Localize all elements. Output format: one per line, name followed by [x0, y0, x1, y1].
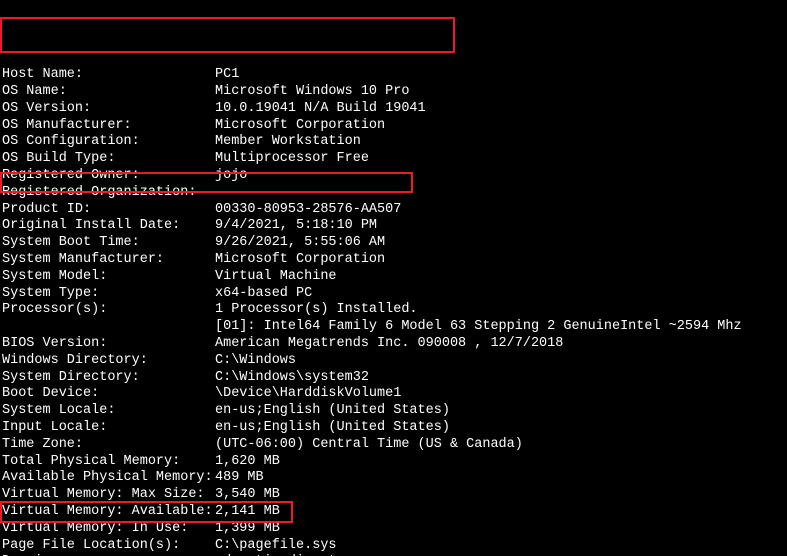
systeminfo-row: Registered Organization:: [0, 185, 787, 202]
systeminfo-value: [215, 185, 787, 202]
systeminfo-label: Processor(s):: [0, 302, 215, 319]
systeminfo-row: Original Install Date:9/4/2021, 5:18:10 …: [0, 218, 787, 235]
systeminfo-row: System Directory:C:\Windows\system32: [0, 370, 787, 387]
systeminfo-row: OS Manufacturer:Microsoft Corporation: [0, 118, 787, 135]
systeminfo-row: Virtual Memory: In Use:1,399 MB: [0, 521, 787, 538]
systeminfo-label: System Type:: [0, 286, 215, 303]
systeminfo-row: BIOS Version:American Megatrends Inc. 09…: [0, 336, 787, 353]
systeminfo-value: \Device\HarddiskVolume1: [215, 386, 787, 403]
systeminfo-label: BIOS Version:: [0, 336, 215, 353]
systeminfo-value: 00330-80953-28576-AA507: [215, 202, 787, 219]
systeminfo-label: Windows Directory:: [0, 353, 215, 370]
systeminfo-label: OS Manufacturer:: [0, 118, 215, 135]
systeminfo-label: Available Physical Memory:: [0, 470, 215, 487]
systeminfo-row: Product ID:00330-80953-28576-AA507: [0, 202, 787, 219]
systeminfo-value: Multiprocessor Free: [215, 151, 787, 168]
systeminfo-label: System Locale:: [0, 403, 215, 420]
systeminfo-label: Host Name:: [0, 67, 215, 84]
systeminfo-row: System Boot Time:9/26/2021, 5:55:06 AM: [0, 235, 787, 252]
systeminfo-label: System Boot Time:: [0, 235, 215, 252]
systeminfo-value: C:\Windows\system32: [215, 370, 787, 387]
systeminfo-label: System Directory:: [0, 370, 215, 387]
systeminfo-row: Windows Directory:C:\Windows: [0, 353, 787, 370]
systeminfo-label: OS Build Type:: [0, 151, 215, 168]
systeminfo-row: Total Physical Memory:1,620 MB: [0, 454, 787, 471]
systeminfo-row: System Model:Virtual Machine: [0, 269, 787, 286]
systeminfo-row: [01]: Intel64 Family 6 Model 63 Stepping…: [0, 319, 787, 336]
systeminfo-row: OS Build Type:Multiprocessor Free: [0, 151, 787, 168]
systeminfo-value: 489 MB: [215, 470, 787, 487]
systeminfo-value: C:\Windows: [215, 353, 787, 370]
systeminfo-label: [0, 319, 215, 336]
systeminfo-value: en-us;English (United States): [215, 403, 787, 420]
systeminfo-value: 3,540 MB: [215, 487, 787, 504]
systeminfo-value: 10.0.19041 N/A Build 19041: [215, 101, 787, 118]
systeminfo-label: Product ID:: [0, 202, 215, 219]
systeminfo-value: 9/4/2021, 5:18:10 PM: [215, 218, 787, 235]
systeminfo-value: Microsoft Corporation: [215, 252, 787, 269]
systeminfo-row: Virtual Memory: Available:2,141 MB: [0, 504, 787, 521]
systeminfo-row: Boot Device:\Device\HarddiskVolume1: [0, 386, 787, 403]
systeminfo-row: OS Configuration:Member Workstation: [0, 134, 787, 151]
systeminfo-label: Time Zone:: [0, 437, 215, 454]
systeminfo-value: en-us;English (United States): [215, 420, 787, 437]
systeminfo-row: System Locale:en-us;English (United Stat…: [0, 403, 787, 420]
systeminfo-value: jojo: [215, 168, 787, 185]
systeminfo-value: C:\pagefile.sys: [215, 538, 787, 555]
systeminfo-value: Microsoft Corporation: [215, 118, 787, 135]
systeminfo-value: [01]: Intel64 Family 6 Model 63 Stepping…: [215, 319, 787, 336]
systeminfo-row: Available Physical Memory:489 MB: [0, 470, 787, 487]
systeminfo-label: Virtual Memory: Max Size:: [0, 487, 215, 504]
systeminfo-value: 1,620 MB: [215, 454, 787, 471]
systeminfo-label: OS Name:: [0, 84, 215, 101]
systeminfo-row: Processor(s):1 Processor(s) Installed.: [0, 302, 787, 319]
systeminfo-value: 1 Processor(s) Installed.: [215, 302, 787, 319]
systeminfo-label: Total Physical Memory:: [0, 454, 215, 471]
systeminfo-row: OS Version:10.0.19041 N/A Build 19041: [0, 101, 787, 118]
systeminfo-label: Original Install Date:: [0, 218, 215, 235]
systeminfo-value: Member Workstation: [215, 134, 787, 151]
systeminfo-label: Input Locale:: [0, 420, 215, 437]
systeminfo-value: 9/26/2021, 5:55:06 AM: [215, 235, 787, 252]
systeminfo-value: American Megatrends Inc. 090008 , 12/7/2…: [215, 336, 787, 353]
systeminfo-value: x64-based PC: [215, 286, 787, 303]
systeminfo-row: OS Name:Microsoft Windows 10 Pro: [0, 84, 787, 101]
terminal-output: Host Name:PC1OS Name:Microsoft Windows 1…: [0, 67, 787, 556]
systeminfo-label: Virtual Memory: In Use:: [0, 521, 215, 538]
systeminfo-row: Registered Owner:jojo: [0, 168, 787, 185]
systeminfo-label: Virtual Memory: Available:: [0, 504, 215, 521]
systeminfo-label: Boot Device:: [0, 386, 215, 403]
systeminfo-row: System Manufacturer:Microsoft Corporatio…: [0, 252, 787, 269]
systeminfo-value: (UTC-06:00) Central Time (US & Canada): [215, 437, 787, 454]
systeminfo-label: OS Version:: [0, 101, 215, 118]
systeminfo-row: Virtual Memory: Max Size:3,540 MB: [0, 487, 787, 504]
systeminfo-label: Registered Owner:: [0, 168, 215, 185]
highlight-os-name-version: [0, 17, 455, 53]
systeminfo-row: Time Zone:(UTC-06:00) Central Time (US &…: [0, 437, 787, 454]
systeminfo-row: Page File Location(s):C:\pagefile.sys: [0, 538, 787, 555]
systeminfo-label: Registered Organization:: [0, 185, 215, 202]
systeminfo-row: System Type:x64-based PC: [0, 286, 787, 303]
systeminfo-row: Host Name:PC1: [0, 67, 787, 84]
systeminfo-row: Input Locale:en-us;English (United State…: [0, 420, 787, 437]
systeminfo-value: Virtual Machine: [215, 269, 787, 286]
systeminfo-label: System Manufacturer:: [0, 252, 215, 269]
systeminfo-value: Microsoft Windows 10 Pro: [215, 84, 787, 101]
systeminfo-value: 2,141 MB: [215, 504, 787, 521]
systeminfo-value: PC1: [215, 67, 787, 84]
systeminfo-label: System Model:: [0, 269, 215, 286]
systeminfo-label: OS Configuration:: [0, 134, 215, 151]
systeminfo-label: Page File Location(s):: [0, 538, 215, 555]
systeminfo-value: 1,399 MB: [215, 521, 787, 538]
